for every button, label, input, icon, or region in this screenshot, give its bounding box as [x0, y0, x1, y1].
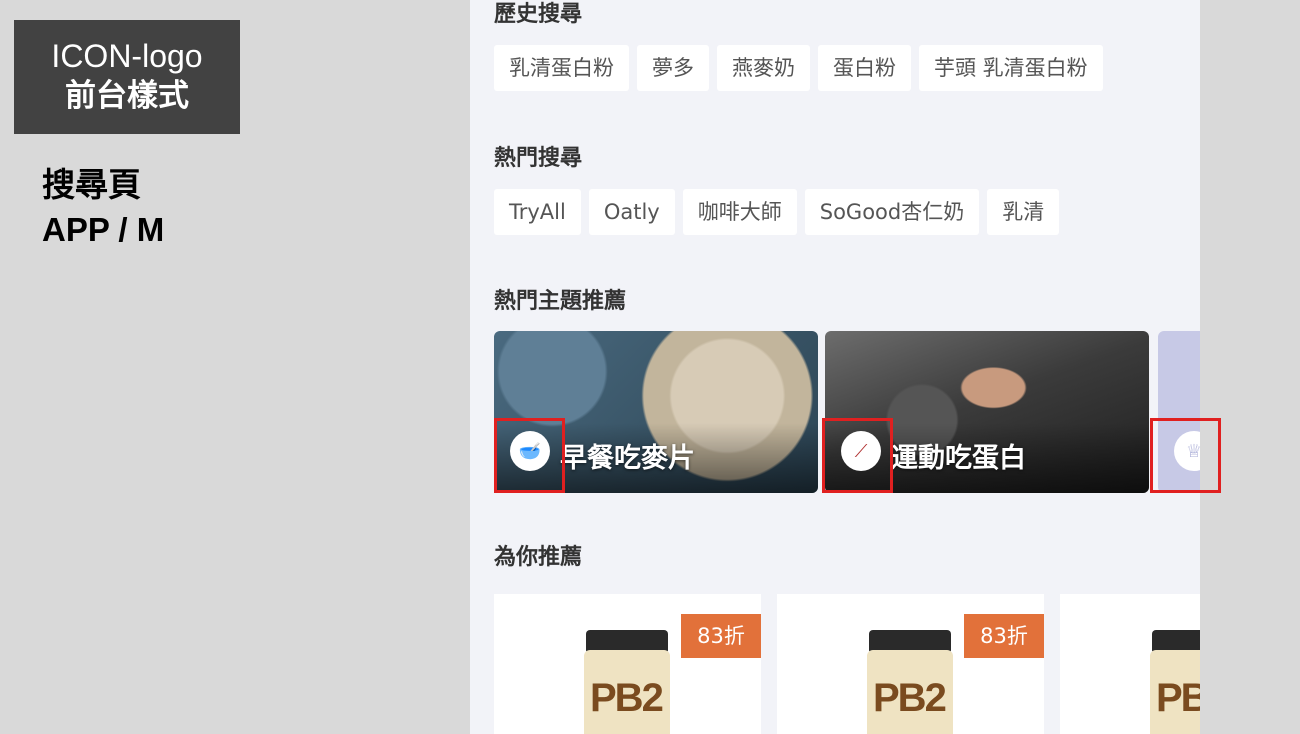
product-card[interactable]: PB2 83折 — [494, 594, 761, 734]
jar-lid — [586, 630, 668, 652]
hot-search-chip[interactable]: TryAll — [494, 189, 581, 235]
product-brand: PB — [1156, 676, 1200, 720]
annotation-subtitle: 搜尋頁 APP / M — [42, 162, 164, 252]
discount-badge: 83折 — [681, 614, 761, 658]
product-image: PB2 — [867, 630, 953, 734]
recommend-title: 為你推薦 — [494, 545, 583, 570]
product-brand: PB2 — [590, 676, 664, 720]
product-card[interactable]: PB — [1060, 594, 1200, 734]
discount-badge: 83折 — [964, 614, 1044, 658]
annotation-title-line2: 前台樣式 — [65, 78, 189, 114]
hot-search-chip[interactable]: SoGood杏仁奶 — [804, 189, 980, 235]
annotation-page-name: 搜尋頁 — [42, 165, 141, 204]
hot-search-chips: TryAll Oatly 咖啡大師 SoGood杏仁奶 乳清 — [494, 189, 1060, 235]
topic-label: 早餐吃麥片 — [560, 443, 695, 474]
product-image: PB2 — [584, 630, 670, 734]
hot-search-chip[interactable]: 乳清 — [987, 189, 1060, 235]
highlight-box — [822, 418, 893, 493]
product-image: PB — [1150, 630, 1200, 734]
hot-topics-title: 熱門主題推薦 — [494, 289, 627, 314]
history-chip[interactable]: 蛋白粉 — [818, 45, 911, 91]
history-title: 歷史搜尋 — [494, 2, 583, 27]
history-chip[interactable]: 燕麥奶 — [717, 45, 810, 91]
hot-search-title: 熱門搜尋 — [494, 146, 583, 171]
phone-screen: 歷史搜尋 乳清蛋白粉 夢多 燕麥奶 蛋白粉 芋頭 乳清蛋白粉 熱門搜尋 TryA… — [470, 0, 1200, 734]
annotation-title-box: ICON-logo 前台樣式 — [14, 20, 240, 134]
highlight-box — [494, 418, 565, 493]
history-chip[interactable]: 芋頭 乳清蛋白粉 — [919, 45, 1103, 91]
product-brand: PB2 — [873, 676, 947, 720]
hot-search-chip[interactable]: Oatly — [588, 189, 675, 235]
annotation-title-line1: ICON-logo — [51, 38, 203, 74]
annotation-platform: APP / M — [42, 211, 165, 248]
topic-label: 運動吃蛋白 — [891, 443, 1026, 474]
highlight-box — [1150, 418, 1221, 493]
jar-lid — [1152, 630, 1200, 652]
history-chip[interactable]: 夢多 — [637, 45, 709, 91]
product-card[interactable]: PB2 83折 — [777, 594, 1044, 734]
jar-lid — [869, 630, 951, 652]
hot-search-chip[interactable]: 咖啡大師 — [682, 189, 797, 235]
history-chips: 乳清蛋白粉 夢多 燕麥奶 蛋白粉 芋頭 乳清蛋白粉 — [494, 45, 1103, 91]
history-chip[interactable]: 乳清蛋白粉 — [494, 45, 629, 91]
